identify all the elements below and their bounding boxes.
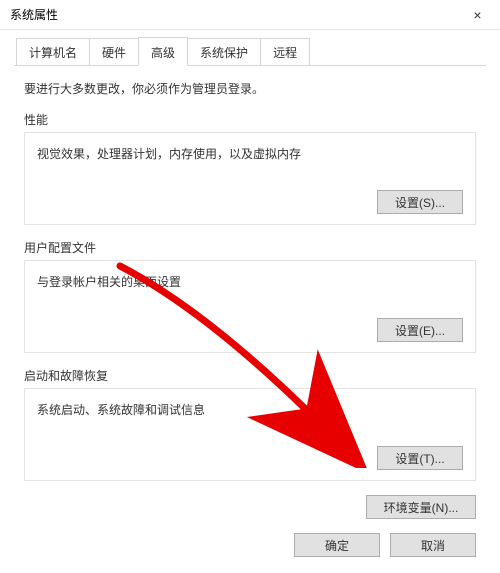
- close-icon: ×: [473, 7, 481, 23]
- profiles-description: 与登录帐户相关的桌面设置: [37, 273, 463, 290]
- startup-settings-button[interactable]: 设置(T)...: [377, 446, 463, 470]
- tab-hardware[interactable]: 硬件: [89, 38, 139, 65]
- startup-description: 系统启动、系统故障和调试信息: [37, 401, 463, 418]
- section-box-user-profiles: 与登录帐户相关的桌面设置 设置(E)...: [24, 260, 476, 353]
- ok-button[interactable]: 确定: [294, 533, 380, 557]
- admin-notice: 要进行大多数更改，你必须作为管理员登录。: [24, 80, 476, 97]
- tab-computer-name[interactable]: 计算机名: [16, 38, 90, 65]
- environment-variables-button[interactable]: 环境变量(N)...: [366, 495, 476, 519]
- env-row: 环境变量(N)...: [0, 495, 476, 519]
- tab-advanced[interactable]: 高级: [138, 37, 188, 66]
- tab-remote[interactable]: 远程: [260, 38, 310, 65]
- close-button[interactable]: ×: [455, 0, 500, 29]
- section-performance: 性能 视觉效果，处理器计划，内存使用，以及虚拟内存 设置(S)...: [24, 111, 476, 225]
- section-startup-recovery: 启动和故障恢复 系统启动、系统故障和调试信息 设置(T)...: [24, 367, 476, 481]
- window-title: 系统属性: [10, 6, 58, 23]
- section-title-user-profiles: 用户配置文件: [24, 239, 476, 256]
- section-title-performance: 性能: [24, 111, 476, 128]
- title-bar: 系统属性 ×: [0, 0, 500, 30]
- tab-strip: 计算机名 硬件 高级 系统保护 远程: [14, 38, 486, 66]
- section-title-startup-recovery: 启动和故障恢复: [24, 367, 476, 384]
- section-box-startup-recovery: 系统启动、系统故障和调试信息 设置(T)...: [24, 388, 476, 481]
- perf-settings-button[interactable]: 设置(S)...: [377, 190, 463, 214]
- dialog-footer: 确定 取消: [0, 519, 500, 557]
- cancel-button[interactable]: 取消: [390, 533, 476, 557]
- section-user-profiles: 用户配置文件 与登录帐户相关的桌面设置 设置(E)...: [24, 239, 476, 353]
- section-box-performance: 视觉效果，处理器计划，内存使用，以及虚拟内存 设置(S)...: [24, 132, 476, 225]
- profiles-settings-button[interactable]: 设置(E)...: [377, 318, 463, 342]
- tab-system-protection[interactable]: 系统保护: [187, 38, 261, 65]
- perf-description: 视觉效果，处理器计划，内存使用，以及虚拟内存: [37, 145, 463, 162]
- tab-content-advanced: 要进行大多数更改，你必须作为管理员登录。 性能 视觉效果，处理器计划，内存使用，…: [0, 66, 500, 481]
